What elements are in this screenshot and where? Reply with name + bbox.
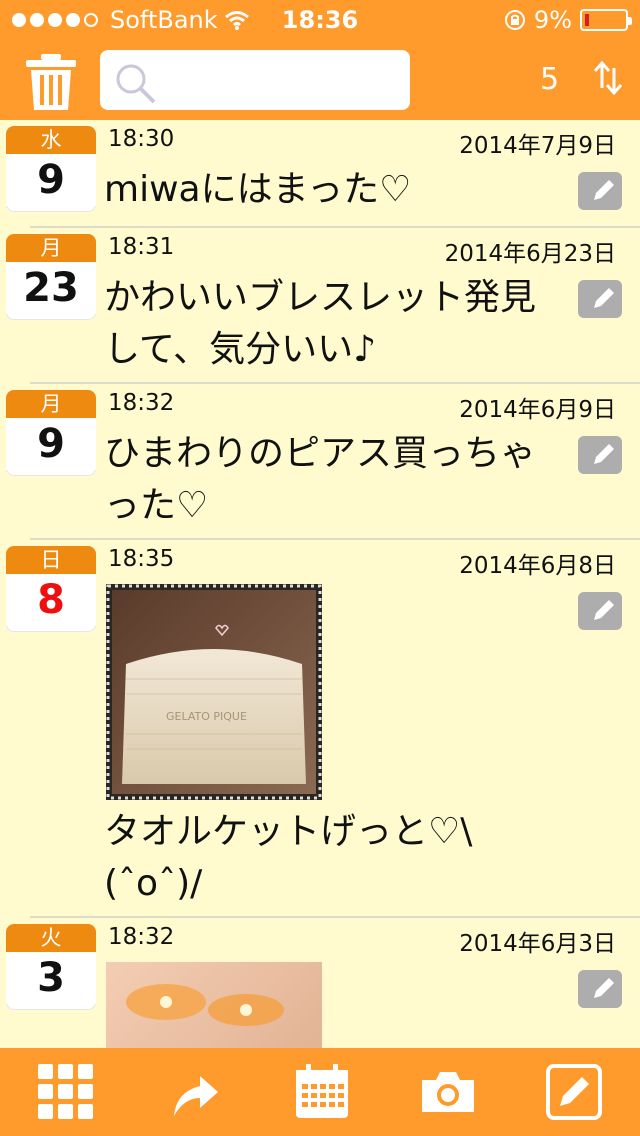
pencil-icon <box>594 444 614 464</box>
entry-time: 18:32 <box>108 924 175 950</box>
list-item[interactable]: 月 23 18:31 2014年6月23日 かわいいブレスレット発見して、気分い… <box>0 228 640 384</box>
entry-text: ひまわりのピアス買っちゃった♡ <box>104 433 537 526</box>
battery-percent: 9% <box>533 6 572 34</box>
pencil-icon <box>594 180 614 200</box>
entry-list[interactable]: 水 9 18:30 2014年7月9日 miwaにはまった♡ 月 23 18:3… <box>0 120 640 1048</box>
list-item[interactable]: 火 3 18:32 2014年6月3日 <box>0 918 640 1048</box>
entry-date: 2014年6月9日 <box>459 397 616 423</box>
entry-time: 18:35 <box>108 546 175 572</box>
calendar-badge: 月 23 <box>6 234 96 320</box>
entry-time: 18:31 <box>108 234 175 260</box>
status-bar: SoftBank 18:36 9% <box>0 0 640 40</box>
calendar-badge: 水 9 <box>6 126 96 212</box>
rotation-lock-icon <box>504 10 525 30</box>
compose-icon[interactable] <box>546 1064 602 1120</box>
search-icon <box>116 64 156 104</box>
share-icon[interactable] <box>166 1064 222 1120</box>
entry-text: タオルケットげっと♡\(ˆoˆ)/ <box>104 811 473 904</box>
weekday-label: 月 <box>6 390 96 418</box>
day-number: 9 <box>6 418 96 470</box>
day-number: 9 <box>6 154 96 206</box>
trash-icon[interactable] <box>26 54 76 110</box>
edit-button[interactable] <box>578 280 622 318</box>
entry-date: 2014年6月23日 <box>444 241 616 267</box>
calendar-badge: 日 8 <box>6 546 96 632</box>
calendar-badge: 火 3 <box>6 924 96 1010</box>
day-number: 8 <box>6 574 96 626</box>
pencil-icon <box>594 978 614 998</box>
calendar-badge: 月 9 <box>6 390 96 476</box>
status-right: 9% <box>504 6 632 34</box>
battery-icon <box>580 9 632 31</box>
weekday-label: 日 <box>6 546 96 574</box>
calendar-icon[interactable] <box>294 1064 350 1120</box>
weekday-label: 火 <box>6 924 96 952</box>
entry-count: 5 <box>540 62 560 97</box>
edit-button[interactable] <box>578 592 622 630</box>
day-number: 3 <box>6 952 96 1004</box>
edit-button[interactable] <box>578 436 622 474</box>
camera-icon[interactable] <box>420 1064 476 1120</box>
edit-button[interactable] <box>578 172 622 210</box>
nav-bar: 5 <box>0 40 640 120</box>
day-number: 23 <box>6 262 96 314</box>
entry-photo[interactable]: GELATO PIQUE <box>106 584 322 800</box>
entry-date: 2014年6月8日 <box>459 553 616 579</box>
entry-time: 18:30 <box>108 126 175 152</box>
list-item[interactable]: 月 9 18:32 2014年6月9日 ひまわりのピアス買っちゃった♡ <box>0 384 640 540</box>
weekday-label: 水 <box>6 126 96 154</box>
photo-label: GELATO PIQUE <box>166 710 247 723</box>
top-bar: SoftBank 18:36 9% 5 <box>0 0 640 120</box>
weekday-label: 月 <box>6 234 96 262</box>
entry-date: 2014年6月3日 <box>459 931 616 957</box>
entry-photo[interactable] <box>106 962 322 1048</box>
entry-date: 2014年7月9日 <box>459 133 616 159</box>
edit-button[interactable] <box>578 970 622 1008</box>
grid-icon[interactable] <box>38 1064 94 1120</box>
pencil-icon <box>594 288 614 308</box>
entry-time: 18:32 <box>108 390 175 416</box>
list-item[interactable]: 日 8 18:35 2014年6月8日 GELATO PIQUE タオルケットげ… <box>0 540 640 916</box>
entry-text: かわいいブレスレット発見して、気分いい♪ <box>104 277 537 370</box>
search-input[interactable] <box>100 50 410 110</box>
pencil-icon <box>594 600 614 620</box>
entry-text: miwaにはまった♡ <box>104 169 412 210</box>
bottom-toolbar <box>0 1048 640 1136</box>
list-item[interactable]: 水 9 18:30 2014年7月9日 miwaにはまった♡ <box>0 120 640 228</box>
sort-icon[interactable] <box>592 60 624 96</box>
